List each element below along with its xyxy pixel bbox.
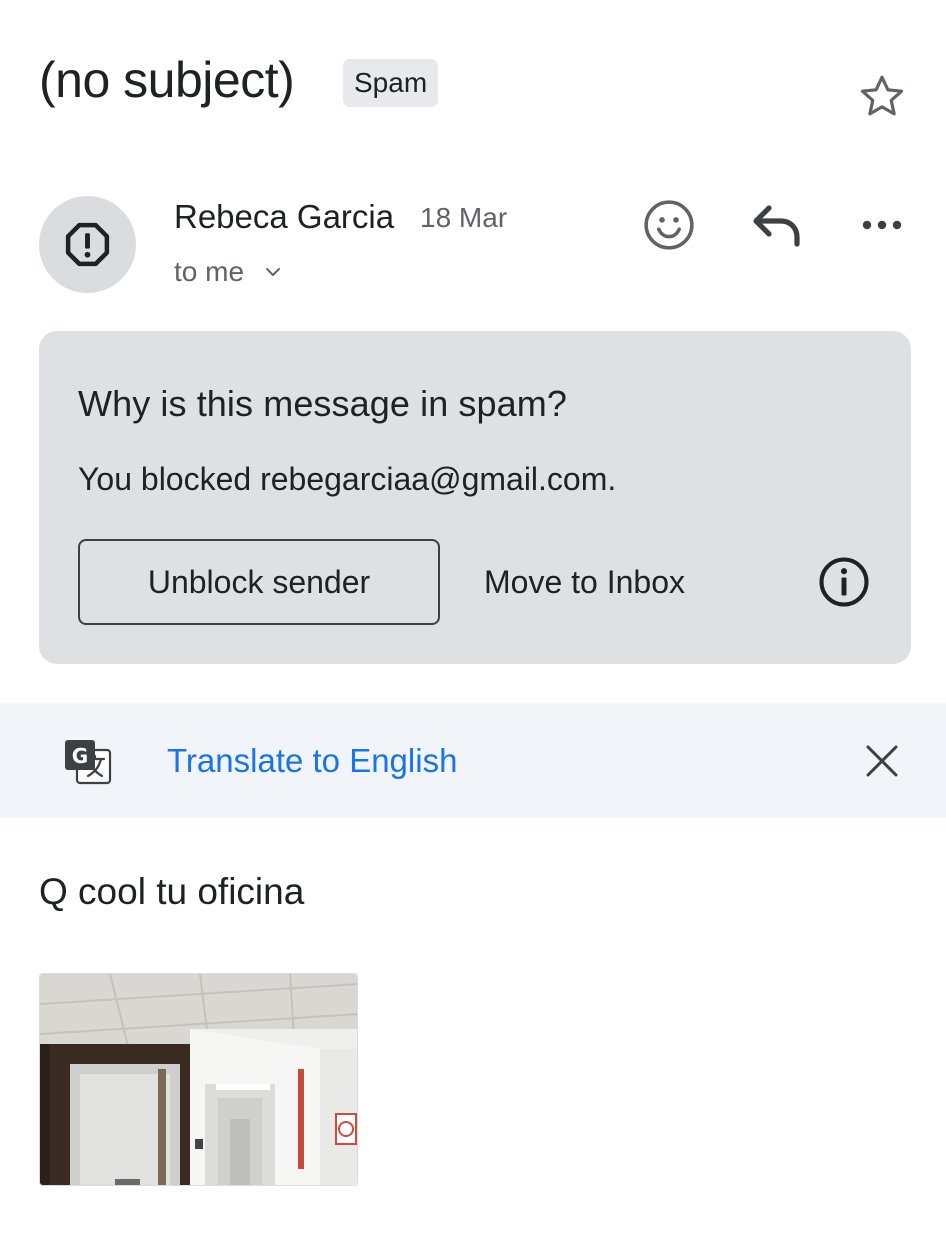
spam-warning-icon [65,222,110,267]
svg-text:G: G [72,744,88,768]
reply-icon[interactable] [749,200,805,250]
message-date: 18 Mar [420,202,508,233]
chevron-down-icon[interactable] [263,262,283,282]
unblock-sender-button[interactable]: Unblock sender [78,539,440,625]
message-body-text: Q cool tu oficina [39,871,305,912]
close-icon[interactable] [860,739,904,783]
email-subject: (no subject) [39,52,295,108]
translate-bar [0,703,946,818]
move-to-inbox-button[interactable]: Move to Inbox [484,539,685,625]
star-icon[interactable] [855,70,909,124]
translate-link[interactable]: Translate to English [167,739,457,783]
image-attachment[interactable] [39,973,358,1186]
sender-name: Rebeca Garcia [174,198,395,235]
sender-avatar [39,196,136,293]
recipient-details[interactable]: to me [174,254,244,290]
spam-notice-reason: You blocked rebegarciaa@gmail.com. [78,461,617,497]
emoji-reaction-icon[interactable] [641,197,697,253]
google-translate-icon: G [62,737,114,789]
more-options-icon[interactable] [858,207,906,243]
info-icon[interactable] [817,555,871,609]
spam-label-chip: Spam [343,59,439,107]
spam-notice-title: Why is this message in spam? [78,383,567,424]
